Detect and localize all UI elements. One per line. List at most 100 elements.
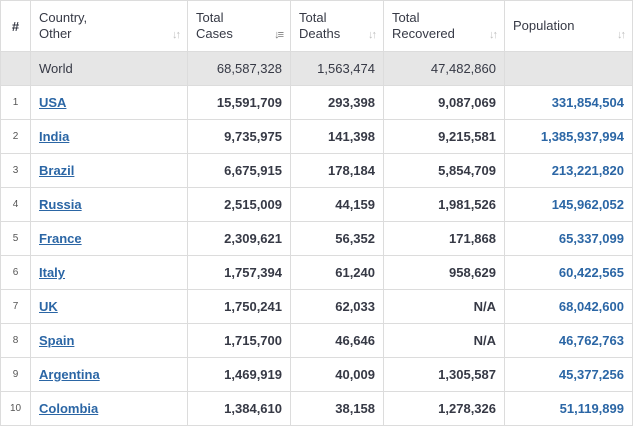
header-total-cases[interactable]: Total Cases ↓≡ xyxy=(187,0,291,52)
total-cases-cell: 2,309,621 xyxy=(187,221,291,256)
total-recovered-cell: 171,868 xyxy=(383,221,505,256)
population-cell: 45,377,256 xyxy=(504,357,633,392)
total-cases-cell: 1,469,919 xyxy=(187,357,291,392)
row-index xyxy=(0,51,31,86)
row-index: 1 xyxy=(0,85,31,120)
row-index: 2 xyxy=(0,119,31,154)
country-cell: USA xyxy=(30,85,188,120)
total-deaths-cell: 46,646 xyxy=(290,323,384,358)
sort-arrows-icon[interactable]: ↓↑ xyxy=(489,29,498,41)
total-cases-cell: 1,715,700 xyxy=(187,323,291,358)
total-deaths-cell: 141,398 xyxy=(290,119,384,154)
population-cell: 46,762,763 xyxy=(504,323,633,358)
country-cell: Spain xyxy=(30,323,188,358)
country-cell: Colombia xyxy=(30,391,188,426)
total-deaths-cell: 178,184 xyxy=(290,153,384,188)
table-row: 1 USA 15,591,709 293,398 9,087,069 331,854,50… xyxy=(0,85,633,120)
table-row: 7 UK 1,750,241 62,033 N/A 68,042,600 xyxy=(0,289,633,324)
row-index: 3 xyxy=(0,153,31,188)
country-cell: UK xyxy=(30,289,188,324)
table-row: 2 India 9,735,975 141,398 9,215,581 1,385,937… xyxy=(0,119,633,154)
population-cell: 65,337,099 xyxy=(504,221,633,256)
world-population xyxy=(504,51,633,86)
world-total-deaths: 1,563,474 xyxy=(290,51,384,86)
header-population[interactable]: Population ↓↑ xyxy=(504,0,633,52)
total-cases-cell: 9,735,975 xyxy=(187,119,291,154)
population-cell: 68,042,600 xyxy=(504,289,633,324)
total-recovered-cell: 9,087,069 xyxy=(383,85,505,120)
population-cell: 213,221,820 xyxy=(504,153,633,188)
total-cases-cell: 2,515,009 xyxy=(187,187,291,222)
row-index: 8 xyxy=(0,323,31,358)
world-total-cases: 68,587,328 xyxy=(187,51,291,86)
total-recovered-cell: N/A xyxy=(383,323,505,358)
header-index[interactable]: # xyxy=(0,0,31,52)
sort-arrows-icon[interactable]: ↓↑ xyxy=(172,29,181,41)
country-link[interactable]: Argentina xyxy=(39,367,100,382)
population-cell: 60,422,565 xyxy=(504,255,633,290)
table-row: 9 Argentina 1,469,919 40,009 1,305,587 45,377… xyxy=(0,357,633,392)
country-cell: Brazil xyxy=(30,153,188,188)
total-recovered-cell: 9,215,581 xyxy=(383,119,505,154)
country-cell: India xyxy=(30,119,188,154)
total-recovered-cell: 958,629 xyxy=(383,255,505,290)
total-deaths-cell: 44,159 xyxy=(290,187,384,222)
table-row: 10 Colombia 1,384,610 38,158 1,278,326 51,119… xyxy=(0,391,633,426)
total-deaths-cell: 61,240 xyxy=(290,255,384,290)
total-cases-cell: 6,675,915 xyxy=(187,153,291,188)
table-row: 6 Italy 1,757,394 61,240 958,629 60,422,565 xyxy=(0,255,633,290)
row-index: 7 xyxy=(0,289,31,324)
country-link[interactable]: India xyxy=(39,129,69,144)
country-link[interactable]: France xyxy=(39,231,82,246)
country-link[interactable]: UK xyxy=(39,299,58,314)
table-row: 3 Brazil 6,675,915 178,184 5,854,709 213,221,… xyxy=(0,153,633,188)
country-link[interactable]: USA xyxy=(39,95,66,110)
row-index: 5 xyxy=(0,221,31,256)
row-index: 6 xyxy=(0,255,31,290)
country-link[interactable]: Spain xyxy=(39,333,74,348)
total-recovered-cell: 5,854,709 xyxy=(383,153,505,188)
total-cases-cell: 1,757,394 xyxy=(187,255,291,290)
table-row: 8 Spain 1,715,700 46,646 N/A 46,762,763 xyxy=(0,323,633,358)
total-deaths-cell: 40,009 xyxy=(290,357,384,392)
total-deaths-cell: 56,352 xyxy=(290,221,384,256)
sort-arrows-icon[interactable]: ↓↑ xyxy=(368,29,377,41)
country-cell: France xyxy=(30,221,188,256)
total-deaths-cell: 293,398 xyxy=(290,85,384,120)
country-link[interactable]: Brazil xyxy=(39,163,74,178)
population-cell: 51,119,899 xyxy=(504,391,633,426)
population-cell: 145,962,052 xyxy=(504,187,633,222)
header-country[interactable]: Country, Other ↓↑ xyxy=(30,0,188,52)
table-row: 4 Russia 2,515,009 44,159 1,981,526 145,962,0… xyxy=(0,187,633,222)
total-recovered-cell: 1,981,526 xyxy=(383,187,505,222)
country-cell: Italy xyxy=(30,255,188,290)
total-cases-cell: 1,750,241 xyxy=(187,289,291,324)
sort-arrows-icon[interactable]: ↓↑ xyxy=(617,29,626,41)
table-row: 5 France 2,309,621 56,352 171,868 65,337,099 xyxy=(0,221,633,256)
country-link[interactable]: Colombia xyxy=(39,401,98,416)
world-total-recovered: 47,482,860 xyxy=(383,51,505,86)
total-cases-cell: 1,384,610 xyxy=(187,391,291,426)
row-index: 10 xyxy=(0,391,31,426)
total-cases-cell: 15,591,709 xyxy=(187,85,291,120)
header-total-deaths[interactable]: Total Deaths ↓↑ xyxy=(290,0,384,52)
population-cell: 331,854,504 xyxy=(504,85,633,120)
total-deaths-cell: 38,158 xyxy=(290,391,384,426)
total-recovered-cell: 1,305,587 xyxy=(383,357,505,392)
total-recovered-cell: 1,278,326 xyxy=(383,391,505,426)
row-index: 9 xyxy=(0,357,31,392)
sort-active-icon[interactable]: ↓≡ xyxy=(274,29,284,41)
world-row: World 68,587,328 1,563,474 47,482,860 xyxy=(0,51,633,86)
country-cell: Argentina xyxy=(30,357,188,392)
country-link[interactable]: Italy xyxy=(39,265,65,280)
covid-stats-table: # Country, Other ↓↑ Total Cases ↓≡ Total De… xyxy=(0,0,633,426)
row-index: 4 xyxy=(0,187,31,222)
country-cell: Russia xyxy=(30,187,188,222)
header-total-recovered[interactable]: Total Recovered ↓↑ xyxy=(383,0,505,52)
country-link[interactable]: Russia xyxy=(39,197,82,212)
world-label: World xyxy=(30,51,188,86)
total-deaths-cell: 62,033 xyxy=(290,289,384,324)
population-cell: 1,385,937,994 xyxy=(504,119,633,154)
total-recovered-cell: N/A xyxy=(383,289,505,324)
header-row: # Country, Other ↓↑ Total Cases ↓≡ Total De… xyxy=(0,0,633,52)
